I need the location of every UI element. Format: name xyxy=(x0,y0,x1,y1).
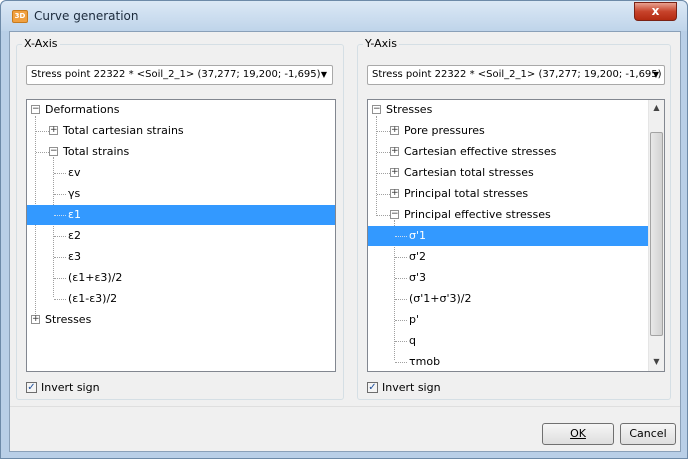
x-axis-combo[interactable]: Stress point 22322 * <Soil_2_1> (37,277;… xyxy=(26,65,333,85)
tree-node-e1-plus-e3[interactable]: (ε1+ε3)/2 xyxy=(27,268,335,288)
tree-node-label: (ε1+ε3)/2 xyxy=(68,271,123,284)
dialog-client: X-Axis Stress point 22322 * <Soil_2_1> (… xyxy=(9,31,681,452)
tree-node-label: Total strains xyxy=(63,145,130,158)
button-bar: OK Cancel xyxy=(10,406,680,451)
tree-node-q[interactable]: q xyxy=(368,331,649,351)
tree-node-label: Cartesian total stresses xyxy=(404,166,534,179)
tree-node-principal-total[interactable]: + Principal total stresses xyxy=(368,184,649,204)
tree-node-stresses[interactable]: − Stresses xyxy=(368,100,649,120)
tree-node-s3[interactable]: σ'3 xyxy=(368,268,649,288)
tree-node-s1-plus-s3[interactable]: (σ'1+σ'3)/2 xyxy=(368,289,649,309)
tree-node-label: Stresses xyxy=(45,313,92,326)
x-axis-group: X-Axis Stress point 22322 * <Soil_2_1> (… xyxy=(16,37,344,400)
tree-node-label: Stresses xyxy=(386,103,433,116)
x-axis-invert-sign[interactable]: ✓ Invert sign xyxy=(26,381,176,397)
tree-node-p[interactable]: p' xyxy=(368,310,649,330)
chevron-down-icon[interactable]: ▼ xyxy=(316,66,332,84)
tree-node-label: εv xyxy=(68,166,81,179)
tree-node-label: Total cartesian strains xyxy=(63,124,184,137)
collapse-icon[interactable]: − xyxy=(390,210,399,219)
tree-node-stresses[interactable]: + Stresses xyxy=(27,310,335,330)
tree-node-e1-minus-e3[interactable]: (ε1-ε3)/2 xyxy=(27,289,335,309)
invert-sign-label: Invert sign xyxy=(382,381,441,394)
title-bar[interactable]: 3D Curve generation x xyxy=(1,1,687,31)
collapse-icon[interactable]: − xyxy=(49,147,58,156)
tree-node-s2[interactable]: σ'2 xyxy=(368,247,649,267)
chevron-down-icon[interactable]: ▼ xyxy=(648,66,664,84)
tree-node-label: ε1 xyxy=(68,208,81,221)
collapse-icon[interactable]: − xyxy=(372,105,381,114)
y-axis-tree[interactable]: − Stresses + Pore pressures + Cartesian … xyxy=(367,99,665,372)
tree-node-s1-selected[interactable]: σ'1 xyxy=(368,226,649,246)
tree-node-ev[interactable]: εv xyxy=(27,163,335,183)
tree-node-gs[interactable]: γs xyxy=(27,184,335,204)
tree-node-label: p' xyxy=(409,313,420,326)
y-tree-scrollbar[interactable]: ▲ ▼ xyxy=(648,100,664,371)
expand-icon[interactable]: + xyxy=(49,126,58,135)
tree-node-label: Principal total stresses xyxy=(404,187,529,200)
ok-button[interactable]: OK xyxy=(542,423,614,445)
dialog-window: 3D Curve generation x X-Axis Stress poin… xyxy=(0,0,688,459)
y-axis-group: Y-Axis Stress point 22322 * <Soil_2_1> (… xyxy=(357,37,671,400)
tree-node-tmob[interactable]: τmob xyxy=(368,352,649,371)
y-axis-invert-sign[interactable]: ✓ Invert sign xyxy=(367,381,517,397)
expand-icon[interactable]: + xyxy=(31,315,40,324)
tree-node-label: τmob xyxy=(409,355,441,368)
expand-icon[interactable]: + xyxy=(390,168,399,177)
checkbox-checked-icon[interactable]: ✓ xyxy=(26,382,37,393)
tree-node-total-strains[interactable]: − Total strains xyxy=(27,142,335,162)
invert-sign-label: Invert sign xyxy=(41,381,100,394)
tree-node-label: ε3 xyxy=(68,250,81,263)
tree-node-label: q xyxy=(409,334,416,347)
tree-node-principal-effective[interactable]: − Principal effective stresses xyxy=(368,205,649,225)
tree-node-label: (ε1-ε3)/2 xyxy=(68,292,118,305)
collapse-icon[interactable]: − xyxy=(31,105,40,114)
tree-node-cartesian-effective[interactable]: + Cartesian effective stresses xyxy=(368,142,649,162)
expand-icon[interactable]: + xyxy=(390,147,399,156)
x-axis-combo-value: Stress point 22322 * <Soil_2_1> (37,277;… xyxy=(31,69,321,80)
x-axis-tree[interactable]: − Deformations + Total cartesian strains… xyxy=(26,99,336,372)
expand-icon[interactable]: + xyxy=(390,189,399,198)
tree-node-label: Pore pressures xyxy=(404,124,485,137)
tree-node-deformations[interactable]: − Deformations xyxy=(27,100,335,120)
tree-node-label: Principal effective stresses xyxy=(404,208,551,221)
y-axis-combo-value: Stress point 22322 * <Soil_2_1> (37,277;… xyxy=(372,69,662,80)
tree-node-label: σ'2 xyxy=(409,250,426,263)
tree-node-e3[interactable]: ε3 xyxy=(27,247,335,267)
tree-node-label: σ'3 xyxy=(409,271,426,284)
x-axis-legend: X-Axis xyxy=(22,37,60,50)
tree-node-label: γs xyxy=(68,187,81,200)
checkbox-checked-icon[interactable]: ✓ xyxy=(367,382,378,393)
scroll-up-icon[interactable]: ▲ xyxy=(649,100,664,116)
close-button[interactable]: x xyxy=(634,2,677,21)
tree-node-total-cartesian-strains[interactable]: + Total cartesian strains xyxy=(27,121,335,141)
y-axis-combo[interactable]: Stress point 22322 * <Soil_2_1> (37,277;… xyxy=(367,65,665,85)
tree-node-e2[interactable]: ε2 xyxy=(27,226,335,246)
tree-node-label: Deformations xyxy=(45,103,120,116)
tree-node-label: ε2 xyxy=(68,229,81,242)
cancel-button[interactable]: Cancel xyxy=(620,423,676,445)
tree-node-cartesian-total[interactable]: + Cartesian total stresses xyxy=(368,163,649,183)
window-title: Curve generation xyxy=(34,9,139,23)
tree-node-pore-pressures[interactable]: + Pore pressures xyxy=(368,121,649,141)
tree-node-label: σ'1 xyxy=(409,229,426,242)
scroll-down-icon[interactable]: ▼ xyxy=(649,354,664,370)
tree-node-label: (σ'1+σ'3)/2 xyxy=(409,292,472,305)
tree-node-e1-selected[interactable]: ε1 xyxy=(27,205,335,225)
scrollbar-thumb[interactable] xyxy=(650,132,663,336)
y-axis-legend: Y-Axis xyxy=(363,37,399,50)
app-icon: 3D xyxy=(12,10,28,23)
tree-node-label: Cartesian effective stresses xyxy=(404,145,557,158)
expand-icon[interactable]: + xyxy=(390,126,399,135)
